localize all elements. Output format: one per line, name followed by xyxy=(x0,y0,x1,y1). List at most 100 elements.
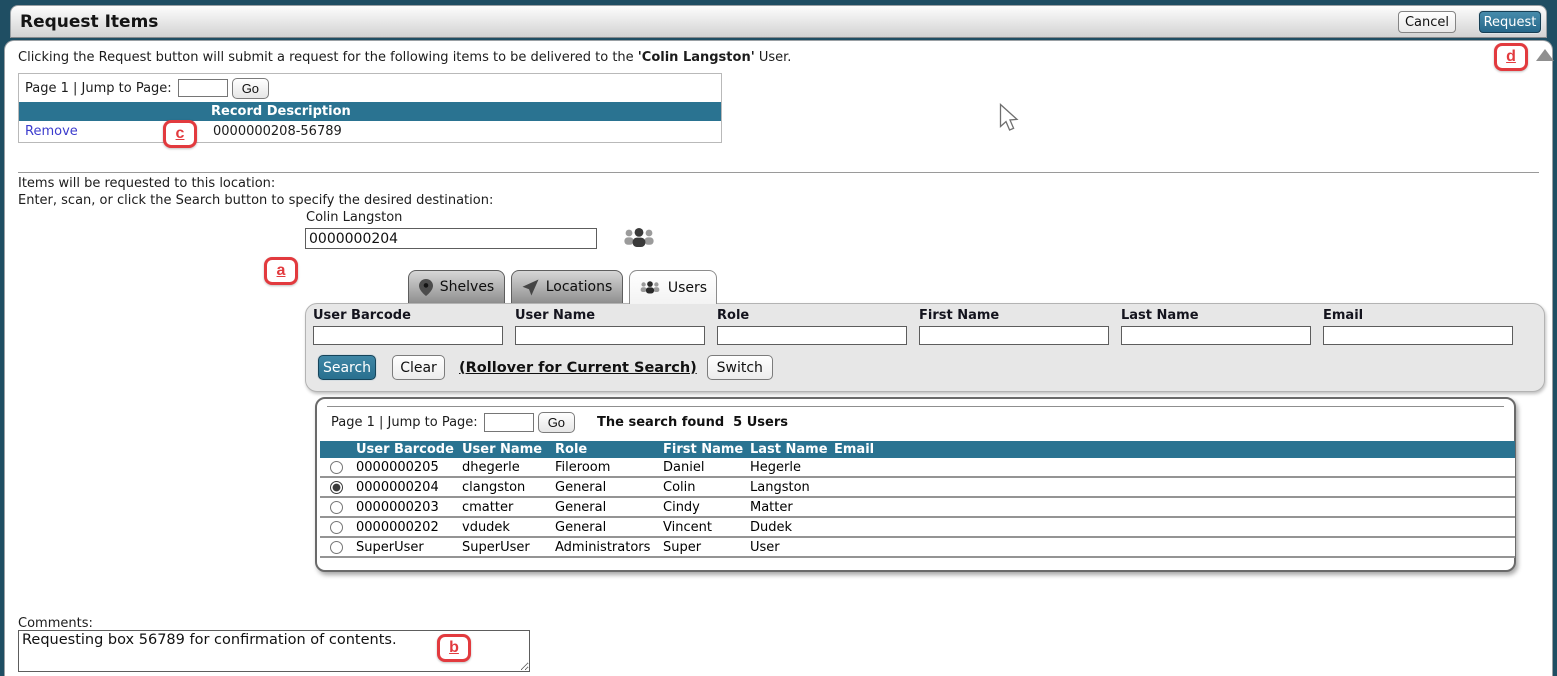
destination-barcode-input[interactable] xyxy=(305,228,597,249)
search-field-label: User Name xyxy=(515,308,705,325)
intro-text: Clicking the Request button will submit … xyxy=(18,50,791,65)
search-field-label: Email xyxy=(1323,308,1513,325)
table-row[interactable]: SuperUser SuperUser Administrators Super… xyxy=(320,538,1515,558)
cell-first-name: Cindy xyxy=(659,500,746,515)
search-field: First Name xyxy=(919,308,1109,345)
user-select-radio[interactable] xyxy=(330,501,343,514)
results-table: User Barcode User Name Role First Name L… xyxy=(320,441,1515,558)
cell-last-name: Dudek xyxy=(746,520,830,535)
cell-user-name: vdudek xyxy=(458,520,551,535)
results-pager: Page 1 | Jump to Page: Go The search fou… xyxy=(331,412,788,433)
search-field-input[interactable] xyxy=(515,326,705,345)
cell-first-name: Super xyxy=(659,540,746,555)
col-email: Email xyxy=(830,441,1515,458)
map-pin-icon xyxy=(419,279,433,296)
table-row[interactable]: 0000000202 vdudek General Vincent Dudek xyxy=(320,518,1515,538)
annotation-c: c xyxy=(163,120,197,148)
search-field-label: User Barcode xyxy=(313,308,503,325)
destination-user-name: Colin Langston xyxy=(306,210,402,225)
cell-role: General xyxy=(551,480,659,495)
cell-last-name: Matter xyxy=(746,500,830,515)
table-row[interactable]: 0000000205 dhegerle Fileroom Daniel Hege… xyxy=(320,458,1515,478)
search-results-panel: Page 1 | Jump to Page: Go The search fou… xyxy=(315,397,1516,572)
results-top-rule xyxy=(327,406,1504,407)
cell-user-name: cmatter xyxy=(458,500,551,515)
items-table: Page 1 | Jump to Page: Go Record Descrip… xyxy=(18,73,722,143)
section-divider xyxy=(18,172,1539,173)
cell-user-barcode: 0000000202 xyxy=(352,520,458,535)
search-field: Last Name xyxy=(1121,308,1311,345)
results-jump-page-input[interactable] xyxy=(484,413,534,432)
search-field-input[interactable] xyxy=(313,326,503,345)
cell-last-name: Hegerle xyxy=(746,460,830,475)
annotation-b: b xyxy=(437,634,471,662)
table-row[interactable]: 0000000203 cmatter General Cindy Matter xyxy=(320,498,1515,518)
user-select-radio[interactable] xyxy=(330,481,343,494)
results-go-button[interactable]: Go xyxy=(538,412,575,433)
user-select-radio[interactable] xyxy=(330,541,343,554)
search-field-input[interactable] xyxy=(1121,326,1311,345)
destination-line2: Enter, scan, or click the Search button … xyxy=(18,193,493,208)
search-button[interactable]: Search xyxy=(318,355,376,380)
remove-link[interactable]: Remove xyxy=(25,124,78,139)
cell-last-name: Langston xyxy=(746,480,830,495)
page-title: Request Items xyxy=(20,6,158,38)
col-user-name: User Name xyxy=(458,441,551,458)
rollover-current-search-link[interactable]: (Rollover for Current Search) xyxy=(459,360,697,376)
items-pager: Page 1 | Jump to Page: Go xyxy=(19,74,721,102)
tab-users[interactable]: Users xyxy=(629,270,717,304)
user-select-radio[interactable] xyxy=(330,461,343,474)
table-row[interactable]: 0000000204 clangston General Colin Langs… xyxy=(320,478,1515,498)
cell-user-barcode: 0000000204 xyxy=(352,480,458,495)
col-user-barcode: User Barcode xyxy=(352,441,458,458)
search-field: Role xyxy=(717,308,907,345)
cell-role: Fileroom xyxy=(551,460,659,475)
cell-user-name: SuperUser xyxy=(458,540,551,555)
clear-button[interactable]: Clear xyxy=(392,355,445,380)
cell-role: General xyxy=(551,500,659,515)
results-summary: The search found 5 Users xyxy=(597,415,788,430)
cancel-button[interactable]: Cancel xyxy=(1398,11,1456,33)
cell-role: General xyxy=(551,520,659,535)
annotation-a: a xyxy=(264,257,298,285)
cell-first-name: Colin xyxy=(659,480,746,495)
users-group-icon[interactable] xyxy=(622,226,656,251)
cell-user-barcode: 0000000205 xyxy=(352,460,458,475)
col-role: Role xyxy=(551,441,659,458)
search-field-input[interactable] xyxy=(919,326,1109,345)
search-field: User Name xyxy=(515,308,705,345)
cell-role: Administrators xyxy=(551,540,659,555)
request-button[interactable]: Request xyxy=(1479,11,1541,33)
items-jump-page-input[interactable] xyxy=(178,79,228,97)
search-field-input[interactable] xyxy=(1323,326,1513,345)
intro-prefix: Clicking the Request button will submit … xyxy=(18,50,638,65)
tab-locations[interactable]: Locations xyxy=(511,270,623,303)
items-table-row: Remove 0000000208-56789 xyxy=(19,121,721,142)
tab-shelves-label: Shelves xyxy=(440,279,494,295)
switch-button[interactable]: Switch xyxy=(707,355,773,380)
mouse-cursor xyxy=(999,103,1021,133)
users-icon xyxy=(639,280,661,296)
cell-first-name: Daniel xyxy=(659,460,746,475)
search-field-label: First Name xyxy=(919,308,1109,325)
cell-first-name: Vincent xyxy=(659,520,746,535)
tab-locations-label: Locations xyxy=(546,279,613,295)
cell-user-barcode: 0000000203 xyxy=(352,500,458,515)
user-select-radio[interactable] xyxy=(330,521,343,534)
search-field: User Barcode xyxy=(313,308,503,345)
record-description-value: 0000000208-56789 xyxy=(207,124,342,139)
scroll-up-arrow-icon[interactable] xyxy=(1536,49,1554,61)
tab-users-label: Users xyxy=(668,280,707,296)
items-go-button[interactable]: Go xyxy=(232,78,269,99)
search-field: Email xyxy=(1323,308,1513,345)
items-table-header: Record Description xyxy=(19,102,721,121)
search-field-input[interactable] xyxy=(717,326,907,345)
comments-label: Comments: xyxy=(18,616,93,631)
navigation-arrow-icon xyxy=(522,279,539,296)
results-pager-label: Page 1 | Jump to Page: xyxy=(331,415,478,430)
col-first-name: First Name xyxy=(659,441,746,458)
cell-user-name: clangston xyxy=(458,480,551,495)
col-last-name: Last Name xyxy=(746,441,830,458)
tab-shelves[interactable]: Shelves xyxy=(408,270,505,303)
cell-user-barcode: SuperUser xyxy=(352,540,458,555)
